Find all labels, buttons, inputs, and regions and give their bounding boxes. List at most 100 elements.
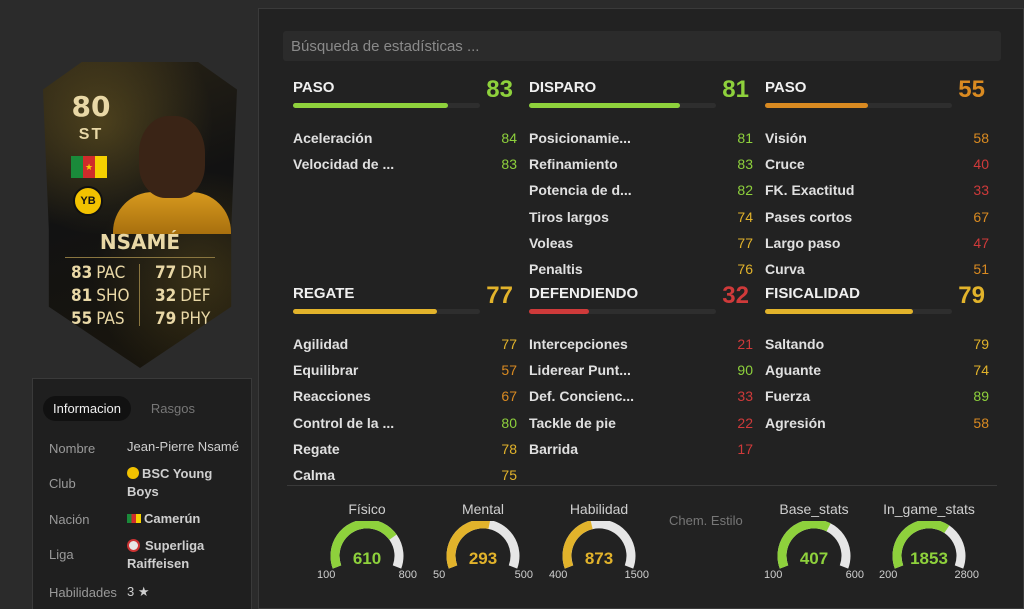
stat-value: 58 — [973, 130, 989, 146]
stat-label: Intercepciones — [529, 336, 628, 352]
chem-style-label[interactable]: Chem. Estilo — [669, 513, 743, 528]
gauge-value: 873 — [584, 549, 614, 568]
info-label-nombre: Nombre — [49, 441, 96, 456]
stat-label: Voleas — [529, 234, 574, 251]
stats-panel: Búsqueda de estadísticas ... PASO 83 Acele… — [258, 8, 1024, 609]
stat-value: 74 — [973, 362, 989, 379]
stat-value: 74 — [737, 208, 753, 225]
stat-label: Tackle de pie — [529, 414, 616, 431]
stat-label: Equilibrar — [293, 362, 359, 379]
stat-value: 89 — [973, 388, 989, 405]
stat-value: 17 — [737, 440, 753, 457]
card-rating: 80 — [71, 90, 111, 123]
stat-value: 58 — [973, 414, 989, 431]
gauge-ingamestats: In_game_stats 1853 200 2800 — [879, 501, 979, 591]
group-value: 81 — [722, 76, 749, 103]
stat-value: 57 — [501, 362, 517, 379]
group-bar — [529, 103, 681, 108]
gauge-min: 200 — [879, 569, 898, 581]
stat-value: 84 — [501, 130, 517, 146]
gauge-title: Habilidad — [569, 501, 629, 517]
stat-label: Tiros largos — [529, 208, 609, 225]
card-stats-right: 77 DRI 32 DEF 79 PHY — [155, 263, 211, 329]
stat-label: Posicionamie... — [529, 130, 631, 146]
tab-informacion[interactable]: Informacion — [43, 396, 131, 421]
group-bar — [529, 309, 589, 314]
league-icon — [127, 539, 140, 552]
stat-label: Largo paso — [765, 234, 841, 251]
stat-value: 67 — [973, 208, 989, 225]
stat-value: 77 — [501, 336, 517, 352]
gauge-title: Mental — [461, 501, 505, 517]
group-bar — [765, 309, 913, 314]
group-title: REGATE — [293, 285, 355, 302]
cameroon-flag-icon: ★ — [71, 156, 107, 178]
info-value-club[interactable]: BSC Young Boys — [127, 465, 227, 501]
stat-value: 40 — [973, 156, 989, 173]
stat-value: 33 — [973, 182, 989, 199]
group-title: PASO — [293, 79, 335, 96]
info-value-liga[interactable]: Superliga Raiffeisen — [127, 537, 237, 573]
club-logo-icon: YB — [73, 186, 103, 216]
stat-label: Saltando — [765, 336, 825, 352]
stats-search-input[interactable]: Búsqueda de estadísticas ... — [283, 31, 1001, 61]
group-bar — [293, 309, 437, 314]
group-value: 32 — [722, 282, 749, 309]
stat-label: Cruce — [765, 156, 805, 173]
stat-label: Velocidad de ... — [293, 156, 395, 173]
group-value: 55 — [958, 76, 985, 103]
stat-label: Agilidad — [293, 336, 349, 352]
stat-label: Refinamiento — [529, 156, 618, 173]
stat-label: Pases cortos — [765, 208, 853, 225]
gauge-habilidad: Habilidad 873 400 1500 — [549, 501, 649, 591]
stat-value: 51 — [973, 261, 989, 277]
gauge-title: Base_stats — [779, 501, 849, 517]
stat-value: 81 — [737, 130, 753, 146]
gauge-min: 400 — [549, 569, 568, 581]
gauge-max: 2800 — [954, 569, 979, 581]
stat-value: 79 — [973, 336, 989, 352]
gauge-max: 500 — [514, 569, 533, 581]
stat-label: Def. Concienc... — [529, 388, 635, 405]
gauge-title: In_game_stats — [883, 501, 975, 517]
info-label-nacion: Nación — [49, 512, 90, 527]
gauge-fsico: Físico 610 100 800 — [317, 501, 417, 591]
group-value: 79 — [958, 282, 985, 309]
card-stats-left: 83 PAC 81 SHO 55 PAS — [71, 263, 130, 329]
stat-label: Visión — [765, 130, 807, 146]
card-position: ST — [78, 126, 104, 143]
stat-label: Aceleración — [293, 130, 373, 146]
tab-rasgos[interactable]: Rasgos — [141, 396, 205, 421]
group-title: DEFENDIENDO — [529, 285, 639, 302]
stat-value: 76 — [737, 261, 753, 277]
stat-label: Penaltis — [529, 261, 583, 277]
stat-value: 77 — [737, 234, 753, 251]
stat-label: Curva — [765, 261, 805, 277]
stat-value: 83 — [501, 156, 517, 173]
left-panel: 80 ST ★ YB NSAMÉ 83 PAC 81 SHO 55 PAS 77 DRI… — [0, 0, 258, 609]
group-title: PASO — [765, 79, 807, 96]
gauge-value: 1853 — [910, 549, 948, 568]
stat-label: FK. Exactitud — [765, 182, 855, 199]
stat-label: Reacciones — [293, 388, 371, 405]
player-photo — [113, 102, 233, 234]
gauge-max: 600 — [845, 569, 864, 581]
stat-label: Fuerza — [765, 388, 811, 405]
info-label-club: Club — [49, 476, 76, 491]
stat-value: 33 — [737, 388, 753, 405]
stat-value: 22 — [737, 414, 753, 431]
stat-value: 67 — [501, 388, 517, 405]
stat-label: Potencia de d... — [529, 182, 632, 199]
stat-value: 78 — [501, 440, 517, 457]
stat-value: 47 — [973, 234, 989, 251]
info-value-nacion[interactable]: Camerún — [127, 510, 200, 528]
group-value: 83 — [486, 76, 513, 103]
stat-label: Agresión — [765, 414, 826, 431]
info-label-habilidades: Habilidades — [49, 585, 117, 600]
gauge-value: 293 — [468, 549, 498, 568]
card-name: NSAMÉ — [99, 230, 181, 254]
stat-label: Control de la ... — [293, 414, 395, 431]
club-small-icon — [127, 467, 139, 479]
stat-value: 21 — [737, 336, 753, 352]
stat-value: 82 — [737, 182, 753, 199]
